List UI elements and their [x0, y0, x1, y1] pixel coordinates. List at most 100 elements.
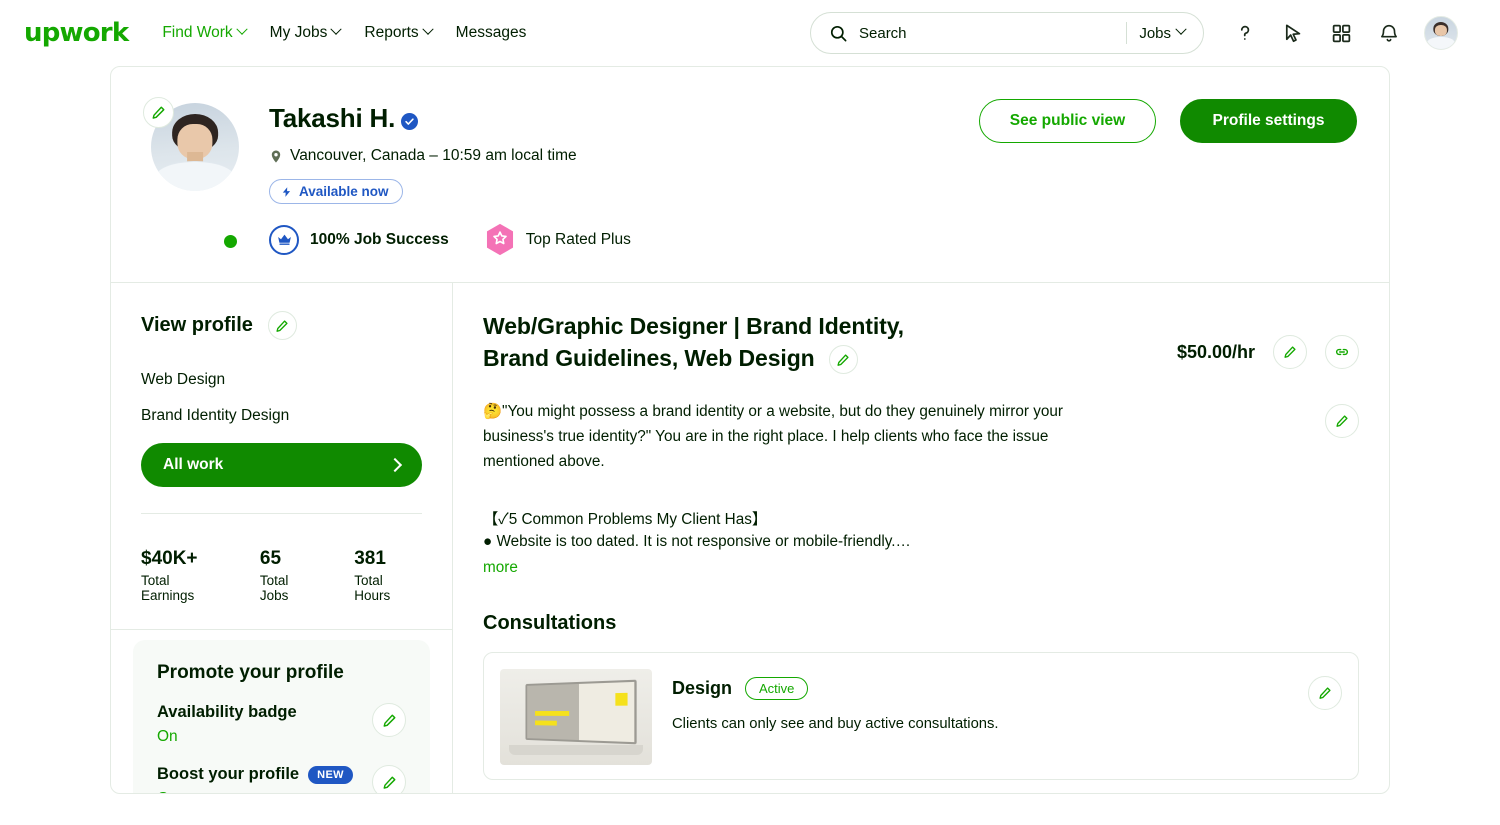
- edit-profile-button[interactable]: [267, 311, 297, 340]
- nav-item-reports-label: Reports: [364, 24, 419, 41]
- sidebar-links: Web Design Brand Identity Design All wor…: [141, 362, 422, 487]
- profile-sidebar: View profile Web Design Brand Identity D…: [111, 283, 453, 793]
- sidebar-item-all-work-label: All work: [163, 456, 224, 473]
- avatar-body: [1426, 36, 1456, 49]
- new-badge: NEW: [308, 765, 353, 784]
- search-input[interactable]: Search: [829, 24, 1126, 43]
- nav-right-cluster: Search Jobs: [810, 12, 1458, 54]
- stat-total-jobs: 65 Total Jobs: [260, 548, 320, 603]
- pencil-icon: [1336, 415, 1348, 428]
- chevron-right-icon: [387, 457, 403, 473]
- apps-grid-icon[interactable]: [1322, 14, 1360, 52]
- promote-profile-card: Promote your profile Availability badge …: [133, 640, 430, 793]
- consultation-card[interactable]: Design Active Clients can only see and b…: [483, 651, 1359, 780]
- search-divider: [1126, 22, 1128, 44]
- job-success-badge[interactable]: 100% Job Success: [269, 224, 449, 255]
- search-placeholder-text: Search: [859, 24, 907, 42]
- consultations-title: Consultations: [483, 611, 617, 634]
- user-avatar[interactable]: [1424, 16, 1458, 50]
- search-scope-label: Jobs: [1139, 24, 1171, 42]
- stat-total-hours-value: 381: [354, 548, 386, 569]
- availability-badge-setting-value: On: [157, 728, 178, 745]
- view-profile-row: View profile: [141, 311, 422, 340]
- search-scope-dropdown[interactable]: Jobs: [1139, 23, 1199, 42]
- thumbnail-highlight: [615, 692, 628, 706]
- consultation-name-row: Design Active: [672, 676, 1308, 700]
- profile-settings-button[interactable]: Profile settings: [1180, 99, 1357, 143]
- view-profile-title: View profile: [141, 314, 253, 336]
- profile-location-text: Vancouver, Canada – 10:59 am local time: [290, 147, 577, 164]
- online-status-dot: [222, 233, 239, 250]
- upwork-logo[interactable]: upwork: [24, 20, 129, 46]
- search-bar[interactable]: Search Jobs: [810, 12, 1204, 54]
- chevron-down-icon: [236, 23, 248, 35]
- stat-total-jobs-label: Total Jobs: [259, 573, 289, 603]
- thumbnail-highlight: [535, 720, 557, 726]
- pencil-icon: [383, 714, 395, 727]
- top-rated-plus-label: Top Rated Plus: [525, 230, 631, 248]
- boost-profile-setting-label: Boost your profile NEW: [157, 765, 353, 784]
- sidebar-item-web-design[interactable]: Web Design: [141, 362, 422, 398]
- star-hexagon-icon: [486, 223, 513, 256]
- edit-boost-profile-button[interactable]: [372, 765, 406, 793]
- top-rated-plus-badge[interactable]: Top Rated Plus: [485, 223, 631, 256]
- availability-badge[interactable]: Available now: [269, 179, 403, 204]
- pencil-icon: [276, 319, 288, 332]
- stat-total-hours-label: Total Hours: [354, 573, 391, 603]
- location-pin-icon: [271, 150, 281, 163]
- promote-profile-title: Promote your profile: [157, 662, 344, 683]
- edit-availability-badge-button[interactable]: [372, 703, 406, 737]
- description-more-link[interactable]: more: [483, 557, 518, 580]
- pencil-icon: [1319, 687, 1331, 699]
- profile-name: Takashi H.: [269, 103, 396, 133]
- pencil-icon: [1284, 346, 1296, 358]
- link-icon: [1335, 348, 1349, 356]
- search-icon: [830, 25, 847, 41]
- page-container: Takashi H. Vancouver, Canada – 10:59 am …: [0, 66, 1500, 794]
- nav-item-find-work-label: Find Work: [162, 24, 233, 41]
- boost-profile-setting-row: Boost your profile NEW On: [157, 765, 406, 793]
- nav-item-messages-label: Messages: [455, 24, 527, 41]
- nav-item-reports[interactable]: Reports: [364, 23, 434, 42]
- nav-item-messages[interactable]: Messages: [456, 24, 527, 42]
- thumbnail-highlight: [535, 710, 570, 716]
- edit-rate-button[interactable]: [1273, 335, 1307, 369]
- top-navigation-bar: upwork Find Work My Jobs Reports Message…: [0, 0, 1500, 66]
- pencil-icon: [152, 106, 165, 119]
- help-icon[interactable]: [1226, 14, 1264, 52]
- profile-avatar-block: [143, 97, 247, 256]
- profile-stats: $40K+ Total Earnings 65 Total Jobs 381 T…: [111, 524, 452, 629]
- copy-profile-link-button[interactable]: [1325, 335, 1359, 369]
- profile-description: 🤔"You might possess a brand identity or …: [483, 403, 1064, 470]
- hourly-rate-block: $50.00/hr: [1177, 311, 1359, 369]
- job-success-label: 100% Job Success: [310, 230, 449, 248]
- consultation-note: Clients can only see and buy active cons…: [672, 715, 999, 732]
- boost-profile-setting-value: On: [157, 790, 353, 793]
- edit-avatar-button[interactable]: [143, 97, 174, 128]
- job-title-row: Web/Graphic Designer | Brand Identity, B…: [483, 311, 1359, 375]
- profile-card: Takashi H. Vancouver, Canada – 10:59 am …: [110, 66, 1390, 794]
- profile-body: View profile Web Design Brand Identity D…: [111, 283, 1389, 793]
- see-public-view-button[interactable]: See public view: [979, 99, 1156, 143]
- sidebar-item-brand-identity-design[interactable]: Brand Identity Design: [141, 398, 422, 434]
- cursor-icon[interactable]: [1274, 14, 1312, 52]
- availability-badge-setting-label: Availability badge: [157, 703, 297, 721]
- nav-item-my-jobs-label: My Jobs: [269, 24, 328, 41]
- nav-item-my-jobs[interactable]: My Jobs: [269, 23, 343, 42]
- profile-main-column: Web/Graphic Designer | Brand Identity, B…: [453, 283, 1389, 793]
- hourly-rate: $50.00/hr: [1176, 341, 1255, 362]
- chevron-down-icon: [330, 23, 343, 35]
- profile-location-row: Vancouver, Canada – 10:59 am local time: [269, 147, 1357, 165]
- chevron-down-icon: [422, 23, 434, 35]
- edit-consultation-button[interactable]: [1308, 675, 1342, 710]
- edit-description-button[interactable]: [1325, 404, 1359, 439]
- sidebar-top: View profile Web Design Brand Identity D…: [111, 283, 452, 524]
- thumbnail-laptop-screen: [525, 679, 638, 744]
- pencil-icon: [837, 354, 849, 366]
- pencil-icon: [383, 776, 395, 789]
- edit-job-title-button[interactable]: [828, 345, 858, 375]
- nav-item-find-work[interactable]: Find Work: [162, 23, 248, 42]
- notifications-bell-icon[interactable]: [1370, 14, 1408, 52]
- sidebar-item-all-work[interactable]: All work: [141, 443, 422, 487]
- consultation-status-badge: Active: [745, 676, 809, 700]
